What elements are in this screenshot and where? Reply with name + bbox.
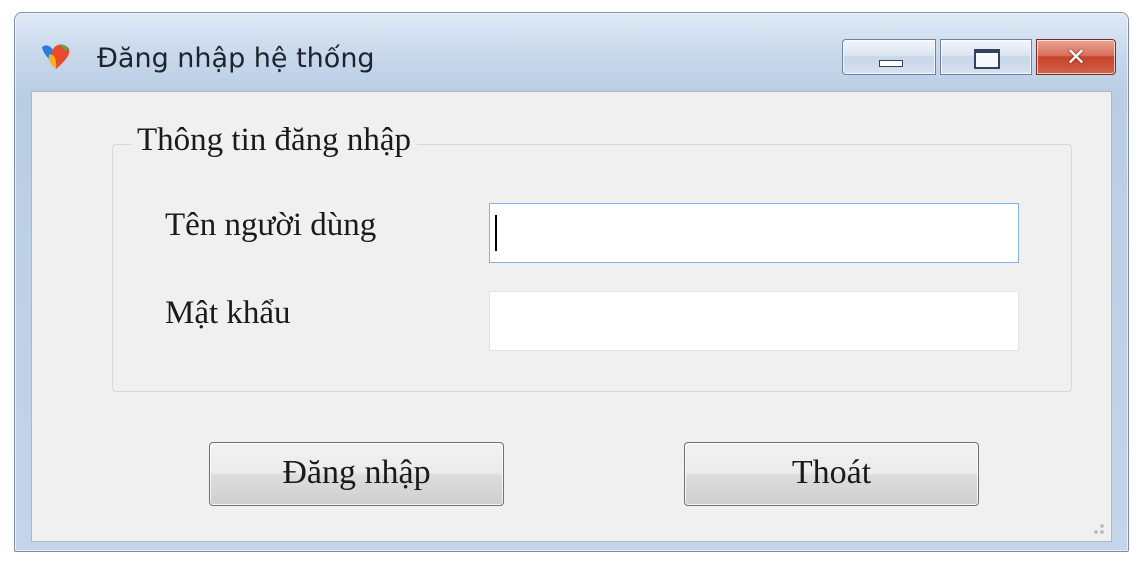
window-client-area: Thông tin đăng nhập Tên người dùng Mật k…	[31, 91, 1112, 542]
close-button[interactable]: ✕	[1036, 39, 1116, 75]
app-logo-icon	[42, 44, 70, 69]
login-info-groupbox: Thông tin đăng nhập Tên người dùng Mật k…	[112, 122, 1072, 392]
close-icon: ✕	[1065, 43, 1087, 71]
password-label: Mật khẩu	[165, 295, 291, 331]
password-input[interactable]	[489, 291, 1019, 351]
window-title: Đăng nhập hệ thống	[97, 43, 375, 74]
maximize-icon	[974, 49, 1000, 69]
resize-grip-icon[interactable]	[1089, 519, 1105, 535]
maximize-button[interactable]	[940, 39, 1032, 75]
title-bar[interactable]: Đăng nhập hệ thống ✕	[15, 13, 1128, 91]
minimize-icon	[879, 60, 903, 67]
login-window: Đăng nhập hệ thống ✕ Thông tin đăng nhập…	[14, 12, 1129, 552]
login-button[interactable]: Đăng nhập	[209, 442, 504, 506]
username-input[interactable]	[489, 203, 1019, 263]
text-caret	[495, 215, 497, 251]
username-label: Tên người dùng	[165, 207, 377, 243]
exit-button[interactable]: Thoát	[684, 442, 979, 506]
minimize-button[interactable]	[842, 39, 936, 75]
groupbox-legend: Thông tin đăng nhập	[131, 122, 418, 159]
